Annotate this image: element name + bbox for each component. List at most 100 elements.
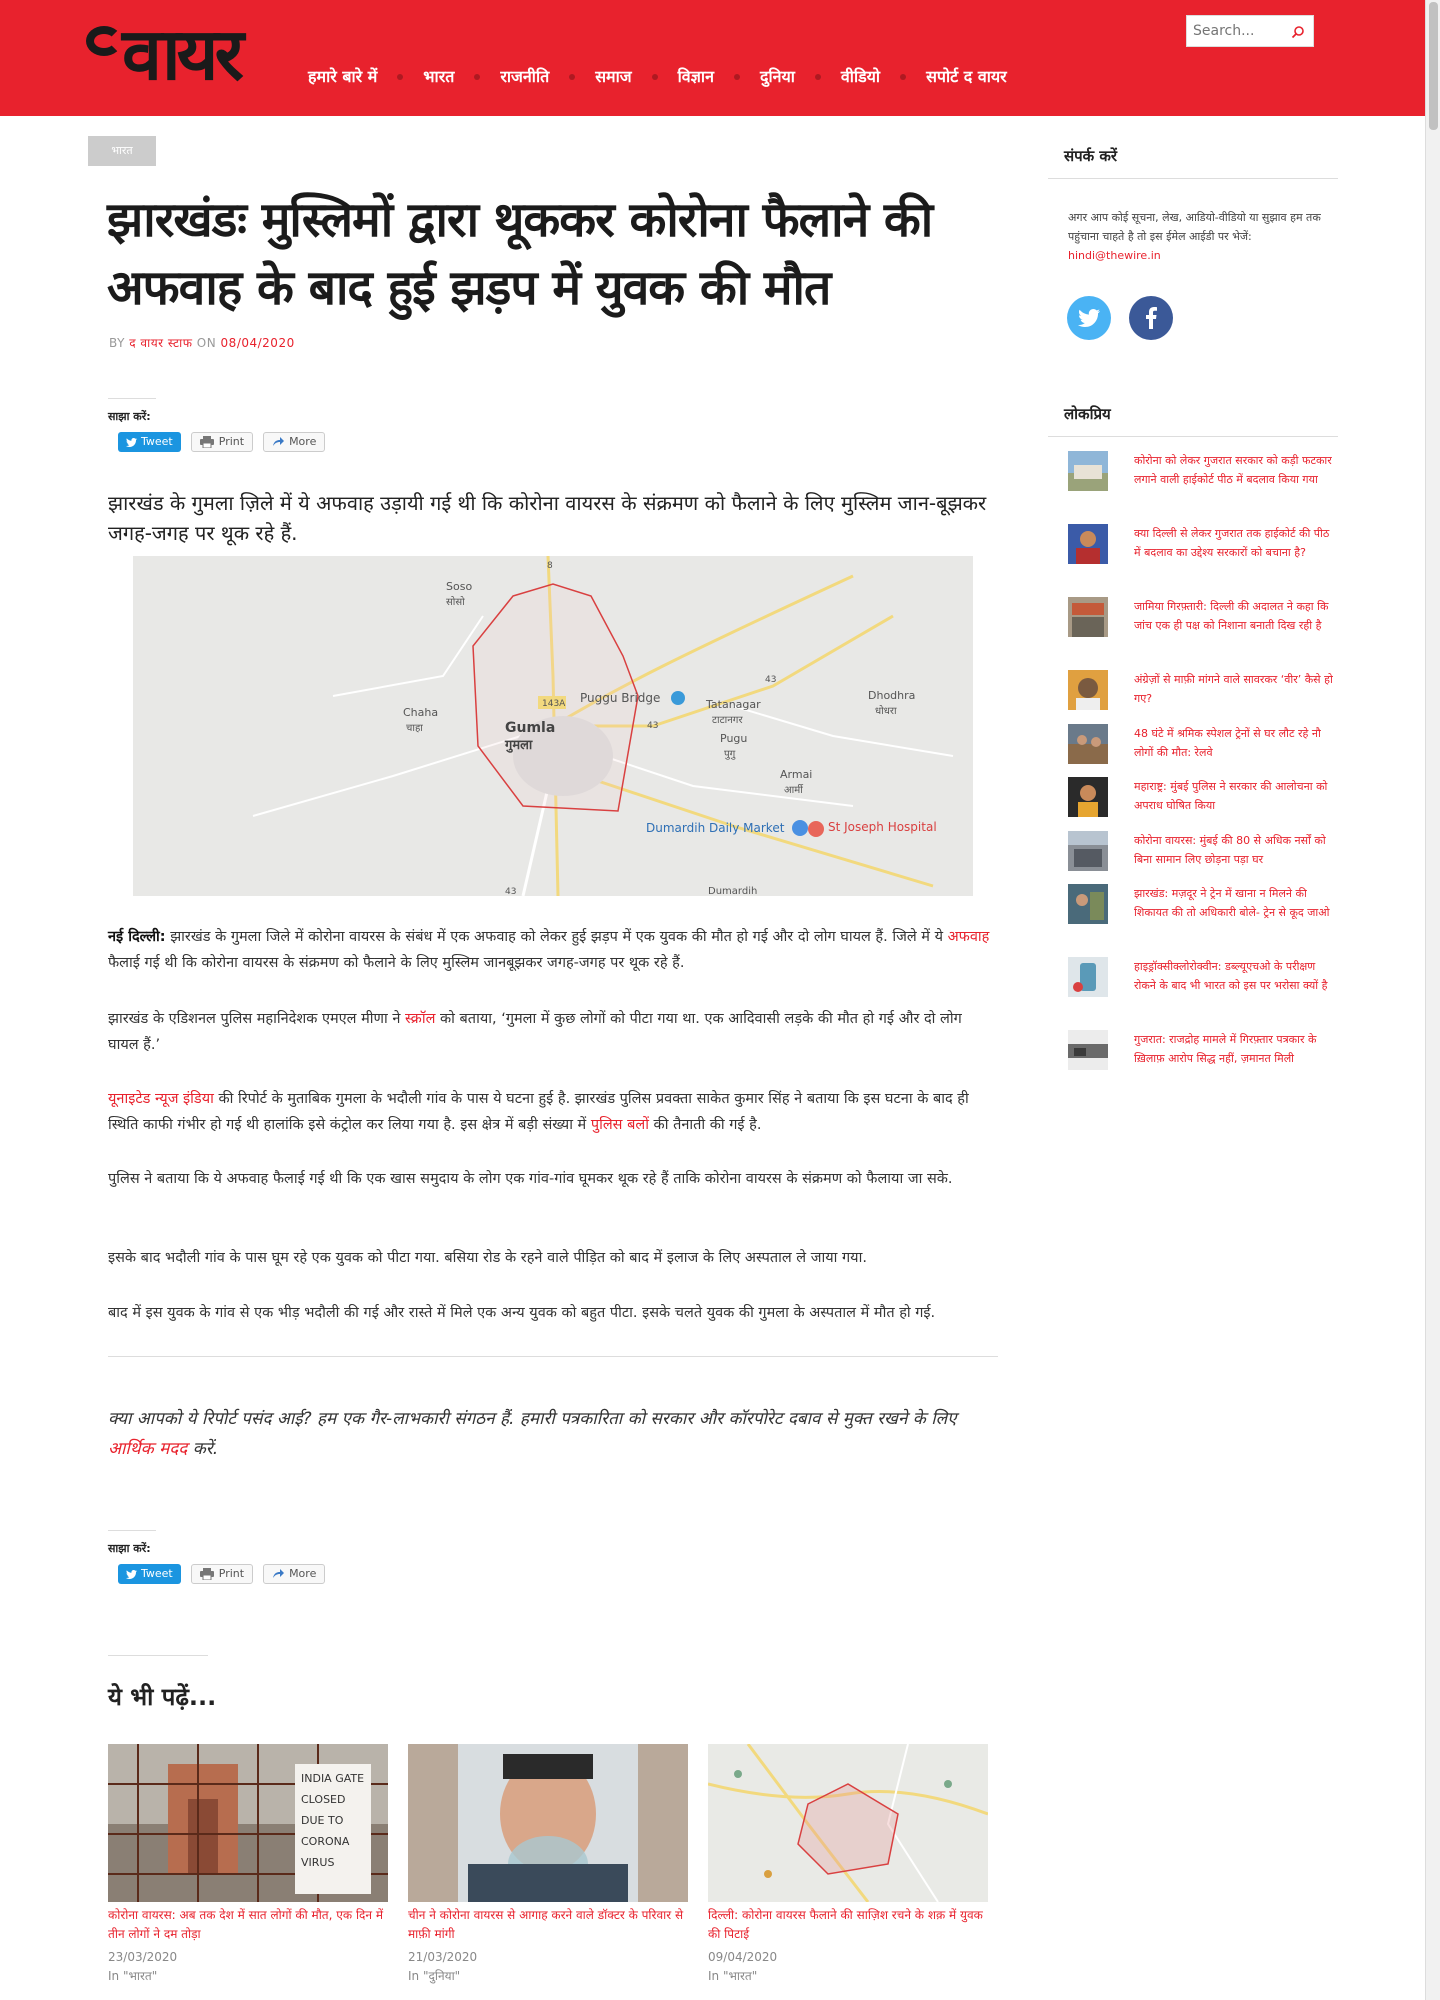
nav-item-india[interactable]: भारत — [403, 66, 474, 88]
search-input[interactable] — [1187, 17, 1287, 45]
related-image-map[interactable] — [708, 1744, 988, 1902]
tweet-button[interactable]: Tweet — [118, 1564, 181, 1584]
related-date: 23/03/2020 — [108, 1950, 178, 1964]
scrollbar-thumb[interactable] — [1429, 2, 1438, 130]
nav-item-world[interactable]: दुनिया — [740, 66, 815, 88]
police-forces-link[interactable]: पुलिस बलों — [591, 1117, 649, 1133]
publish-date: 08/04/2020 — [220, 336, 295, 350]
popular-title[interactable]: गुजरात: राजद्रोह मामले में गिरफ़्तार पत्… — [1134, 1030, 1334, 1068]
related-image-india-gate[interactable]: INDIA GATE CLOSED DUE TO CORONA VIRUS — [108, 1744, 388, 1902]
popular-title[interactable]: कोरोना वायरस: मुंबई की 80 से अधिक नर्सों… — [1134, 831, 1334, 869]
related-title[interactable]: कोरोना वायरस: अब तक देश में सात लोगों की… — [108, 1906, 388, 1944]
print-label: Print — [218, 1567, 245, 1580]
svg-text:Dhodhra: Dhodhra — [868, 689, 915, 702]
tweet-label: Tweet — [141, 435, 173, 448]
print-button[interactable]: Print — [190, 432, 254, 452]
logo-text: वायर — [122, 12, 244, 96]
nav-item-society[interactable]: समाज — [575, 66, 651, 88]
svg-text:Gumla: Gumla — [505, 720, 555, 736]
bridge-pin — [671, 691, 685, 705]
svg-text:Soso: Soso — [446, 580, 472, 593]
tweet-button[interactable]: Tweet — [118, 432, 181, 452]
nav-item-science[interactable]: विज्ञान — [658, 66, 734, 88]
nav-item-about[interactable]: हमारे बारे में — [290, 66, 397, 88]
uni-link[interactable]: यूनाइटेड न्यूज इंडिया — [108, 1091, 214, 1107]
related-title[interactable]: चीन ने कोरोना वायरस से आगाह करने वाले डॉ… — [408, 1906, 688, 1944]
popular-title[interactable]: जामिया गिरफ़्तारी: दिल्ली की अदालत ने कह… — [1134, 597, 1334, 635]
svg-text:चाहा: चाहा — [406, 723, 423, 734]
popular-thumb[interactable] — [1068, 831, 1108, 871]
print-label: Print — [218, 435, 245, 448]
author-link[interactable]: द वायर स्टाफ — [129, 336, 192, 350]
related-heading: ये भी पढ़ें... — [108, 1683, 217, 1711]
related-title[interactable]: दिल्ली: कोरोना वायरस फैलाने की साज़िश रच… — [708, 1906, 988, 1944]
related-image-doctor[interactable] — [408, 1744, 688, 1902]
share-bar-bottom: साझा करें: Tweet Print More — [108, 1530, 338, 1584]
popular-title[interactable]: महाराष्ट्र: मुंबई पुलिस ने सरकार की आलोच… — [1134, 777, 1334, 815]
support-text: करें. — [187, 1439, 219, 1459]
more-label: More — [289, 435, 317, 448]
svg-text:43: 43 — [765, 675, 776, 685]
nav-item-support[interactable]: सपोर्ट द वायर — [906, 66, 1027, 88]
svg-text:VIRUS: VIRUS — [301, 1856, 334, 1869]
facebook-button[interactable] — [1129, 296, 1173, 340]
twitter-bird-icon — [126, 437, 137, 447]
related-card[interactable]: दिल्ली: कोरोना वायरस फैलाने की साज़िश रच… — [708, 1744, 988, 1986]
gumla-map[interactable]: 8 143A 43 43 43 Soso सोसो Chaha चाहा Gum… — [133, 556, 973, 896]
more-share-button[interactable]: More — [263, 1564, 326, 1584]
popular-thumb[interactable] — [1068, 777, 1108, 817]
on-label: ON — [196, 336, 217, 350]
donate-link[interactable]: आर्थिक मदद — [108, 1439, 187, 1459]
popular-thumb[interactable] — [1068, 957, 1108, 997]
popular-thumb[interactable] — [1068, 597, 1108, 637]
related-card[interactable]: INDIA GATE CLOSED DUE TO CORONA VIRUS को… — [108, 1744, 388, 1986]
popular-title[interactable]: हाइड्रॉक्सीक्लोरोक्वीन: डब्ल्यूएचओ के पर… — [1134, 957, 1334, 995]
popular-thumb[interactable] — [1068, 670, 1108, 710]
print-button[interactable]: Print — [190, 1564, 254, 1584]
search-box — [1186, 15, 1314, 47]
share-label: साझा करें: — [108, 398, 156, 424]
search-icon[interactable] — [1291, 25, 1305, 39]
support-appeal: क्या आपको ये रिपोर्ट पसंद आई? हम एक गैर-… — [108, 1404, 988, 1464]
twitter-button[interactable] — [1067, 296, 1111, 340]
popular-title[interactable]: झारखंड: मज़दूर ने ट्रेन में खाना न मिलने… — [1134, 884, 1334, 922]
twitter-bird-icon — [126, 1569, 137, 1579]
paragraph-3: यूनाइटेड न्यूज इंडिया की रिपोर्ट के मुता… — [108, 1086, 996, 1138]
popular-title[interactable]: कोरोना को लेकर गुजरात सरकार को कड़ी फटका… — [1134, 451, 1334, 489]
popular-title[interactable]: अंग्रेज़ों से माफ़ी मांगने वाले सावरकर ‘… — [1134, 670, 1334, 708]
rumour-link[interactable]: अफवाह — [948, 929, 990, 945]
popular-thumb[interactable] — [1068, 1030, 1108, 1070]
dateline: नई दिल्ली: — [108, 929, 166, 945]
nav-item-video[interactable]: वीडियो — [821, 66, 900, 88]
related-card[interactable]: चीन ने कोरोना वायरस से आगाह करने वाले डॉ… — [408, 1744, 688, 1986]
contact-email-link[interactable]: hindi@thewire.in — [1068, 249, 1161, 262]
article-title: झारखंडः मुस्लिमों द्वारा थूककर कोरोना फै… — [107, 192, 933, 316]
market-pin — [792, 820, 808, 836]
svg-text:St Joseph Hospital: St Joseph Hospital — [828, 820, 937, 834]
share-bar-top: साझा करें: Tweet Print More — [108, 398, 338, 452]
nav-item-politics[interactable]: राजनीति — [480, 66, 569, 88]
svg-text:आर्मी: आर्मी — [784, 784, 803, 796]
site-logo[interactable]: वायर — [86, 12, 244, 96]
popular-thumb[interactable] — [1068, 884, 1108, 924]
popular-title[interactable]: क्या दिल्ली से लेकर गुजरात तक हाईकोर्ट क… — [1134, 524, 1334, 562]
popular-title[interactable]: 48 घंटे में श्रमिक स्पेशल ट्रेनों से घर … — [1134, 724, 1334, 762]
share-label: साझा करें: — [108, 1530, 156, 1556]
popular-thumb[interactable] — [1068, 524, 1108, 564]
map-graphic: 8 143A 43 43 43 Soso सोसो Chaha चाहा Gum… — [133, 556, 973, 896]
related-category: In "भारत" — [708, 1969, 758, 1983]
page-scrollbar[interactable] — [1425, 0, 1440, 2000]
svg-text:INDIA GATE: INDIA GATE — [301, 1772, 364, 1785]
paragraph-text: की रिपोर्ट के मुताबिक गुमला के भदौली गां… — [108, 1091, 969, 1133]
popular-thumb[interactable] — [1068, 451, 1108, 491]
scroll-link[interactable]: स्क्रॉल — [405, 1011, 435, 1027]
category-badge[interactable]: भारत — [88, 136, 156, 166]
svg-text:43: 43 — [505, 887, 516, 896]
paragraph-1: नई दिल्ली: झारखंड के गुमला जिले में कोरो… — [108, 924, 996, 976]
svg-text:टाटानगर: टाटानगर — [712, 715, 743, 726]
popular-thumb[interactable] — [1068, 724, 1108, 764]
svg-text:DUE TO: DUE TO — [301, 1814, 344, 1827]
contact-heading: संपर्क करें — [1048, 146, 1338, 179]
more-share-button[interactable]: More — [263, 432, 326, 452]
contact-description: अगर आप कोई सूचना, लेख, आडियो-वीडियो या स… — [1068, 211, 1321, 243]
